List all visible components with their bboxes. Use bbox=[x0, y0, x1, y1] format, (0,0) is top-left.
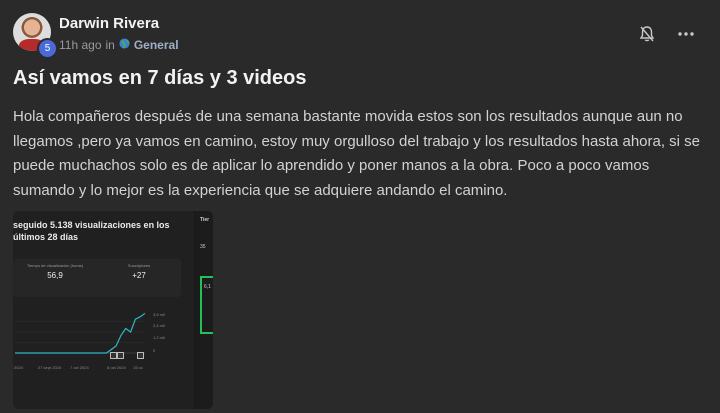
side-value: 35 bbox=[200, 244, 206, 250]
views-line-chart bbox=[15, 312, 146, 354]
x-tick-label: 7 oct 2024 bbox=[70, 365, 89, 370]
x-tick-label: 2024 bbox=[14, 365, 23, 370]
x-tick-label: 8 oct 2024 bbox=[107, 365, 126, 370]
post-image-thumbnail[interactable]: seguido 5.138 visualizaciones en los últ… bbox=[13, 211, 213, 409]
side-value: 6,1 bbox=[204, 284, 211, 290]
stat-value: +27 bbox=[132, 271, 146, 280]
analytics-stats: Tiempo de visualización (horas) 56,9 Sus… bbox=[13, 259, 181, 297]
y-tick-label: 2,4 mil bbox=[153, 323, 165, 328]
author-name[interactable]: Darwin Rivera bbox=[59, 15, 159, 32]
more-options-icon[interactable] bbox=[676, 24, 696, 44]
side-title: Tier bbox=[200, 217, 210, 223]
category-link[interactable]: General bbox=[134, 38, 179, 52]
y-tick-label: 1,2 mil bbox=[153, 335, 165, 340]
post-card: 5 Darwin Rivera 11h ago in General Así v… bbox=[0, 0, 720, 413]
y-tick-label: 3,6 mil bbox=[153, 312, 165, 317]
globe-icon bbox=[119, 38, 130, 52]
video-marker-icon bbox=[110, 352, 117, 359]
video-marker-icon bbox=[117, 352, 124, 359]
post-body: Hola compañeros después de una semana ba… bbox=[13, 108, 701, 199]
stat-label: Suscriptores bbox=[127, 263, 151, 268]
analytics-side-panel: Tier 35 6,1 bbox=[196, 211, 213, 409]
analytics-title: seguido 5.138 visualizaciones en los últ… bbox=[13, 220, 170, 242]
level-badge: 5 bbox=[37, 38, 58, 59]
stat-subscribers: Suscriptores +27 bbox=[99, 263, 179, 280]
analytics-panel: seguido 5.138 visualizaciones en los últ… bbox=[13, 211, 194, 409]
bell-off-icon[interactable] bbox=[637, 24, 657, 44]
post-title: Así vamos en 7 días y 3 videos bbox=[13, 67, 307, 89]
post-meta: 11h ago in General bbox=[59, 38, 179, 52]
highlight-box: 6,1 bbox=[200, 276, 213, 334]
views-series-line bbox=[15, 312, 146, 354]
video-marker-icon bbox=[137, 352, 144, 359]
in-word: in bbox=[105, 38, 115, 52]
author-avatar[interactable]: 5 bbox=[13, 13, 58, 59]
post-time: 11h ago bbox=[59, 38, 102, 52]
x-tick-label: 27 sept 2024 bbox=[38, 365, 62, 370]
stat-watch-time: Tiempo de visualización (horas) 56,9 bbox=[15, 263, 95, 280]
y-tick-label: 0 bbox=[153, 348, 156, 353]
stat-label: Tiempo de visualización (horas) bbox=[26, 263, 84, 268]
x-tick-label: 15 oc bbox=[133, 365, 143, 370]
stat-value: 56,9 bbox=[47, 271, 63, 280]
